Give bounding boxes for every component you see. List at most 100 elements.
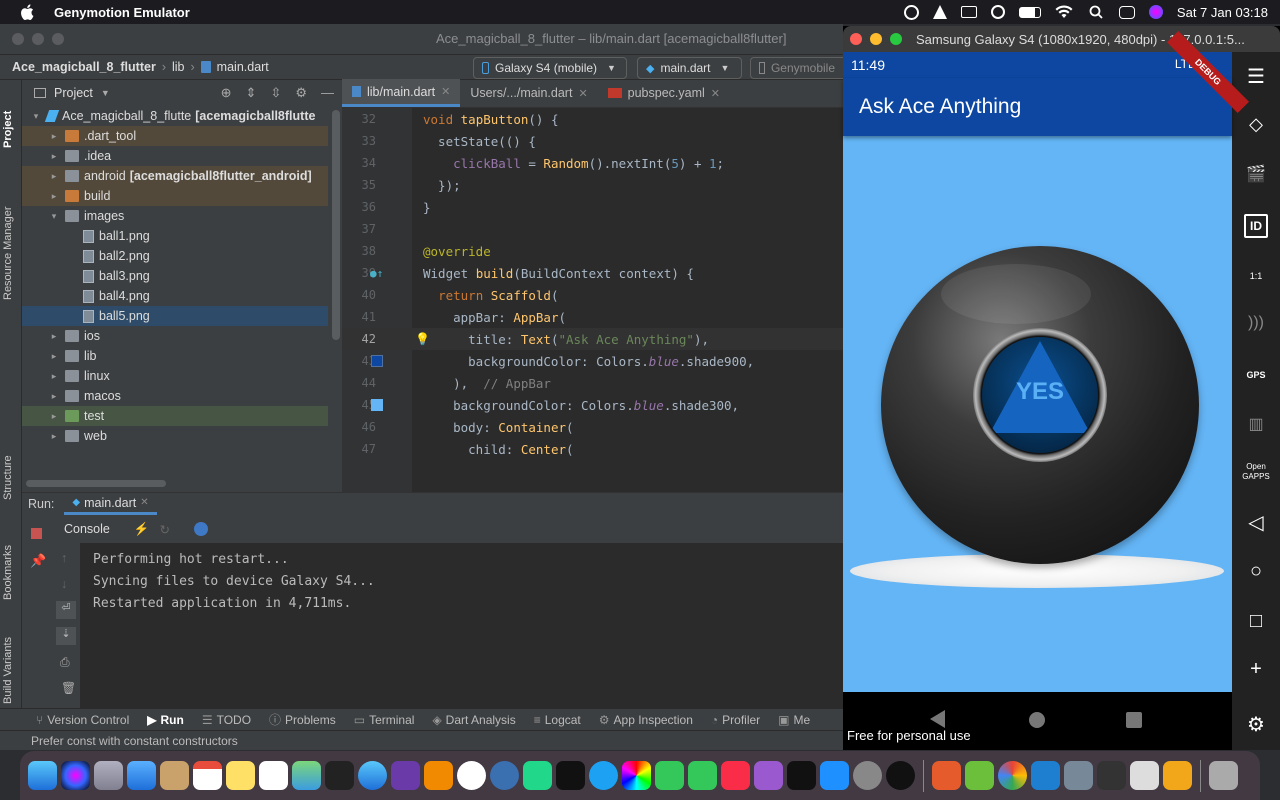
close-icon[interactable]: ✕ bbox=[441, 85, 450, 98]
wordpress-icon[interactable] bbox=[903, 4, 919, 20]
chevron-right-icon[interactable]: ▸ bbox=[48, 351, 60, 362]
keyboard-icon[interactable] bbox=[960, 6, 977, 18]
genymotion-icon[interactable] bbox=[932, 761, 961, 790]
recents-icon[interactable]: □ bbox=[1244, 610, 1268, 634]
tree-item[interactable]: ball3.png bbox=[22, 266, 328, 286]
minimize-window-button[interactable] bbox=[32, 33, 44, 45]
hot-reload-icon[interactable]: ⚡ bbox=[134, 522, 150, 537]
chevron-right-icon[interactable]: ▸ bbox=[48, 391, 60, 402]
chevron-right-icon[interactable]: ▸ bbox=[48, 151, 60, 162]
close-window-button[interactable] bbox=[12, 33, 24, 45]
tree-item[interactable]: ▾ images bbox=[22, 206, 328, 226]
system-preferences-icon[interactable] bbox=[853, 761, 882, 790]
open-gapps-icon[interactable]: Open GAPPS bbox=[1241, 462, 1271, 486]
project-panel-title[interactable]: Project bbox=[54, 86, 93, 100]
color-swatch-icon[interactable] bbox=[371, 355, 383, 367]
maps-icon[interactable] bbox=[292, 761, 321, 790]
active-app-name[interactable]: Genymotion Emulator bbox=[54, 5, 190, 20]
chevron-right-icon[interactable]: ▸ bbox=[48, 431, 60, 442]
wifi-icon[interactable] bbox=[1055, 5, 1073, 19]
pen-app-icon[interactable] bbox=[886, 761, 915, 790]
proxyman-icon[interactable] bbox=[490, 761, 519, 790]
close-icon[interactable]: ✕ bbox=[140, 497, 148, 508]
tree-item[interactable]: ball1.png bbox=[22, 226, 328, 246]
close-icon[interactable]: ✕ bbox=[711, 87, 720, 100]
console-icon[interactable] bbox=[556, 761, 585, 790]
chevron-right-icon[interactable]: ▸ bbox=[48, 411, 60, 422]
trash-icon[interactable] bbox=[1209, 761, 1238, 790]
tree-item[interactable]: ▾ Ace_magicball_8_flutte [acemagicball8flu… bbox=[22, 106, 328, 126]
battery-icon[interactable] bbox=[1018, 6, 1041, 18]
twitter-icon[interactable] bbox=[589, 761, 618, 790]
photos-icon[interactable] bbox=[622, 761, 651, 790]
vlc-icon[interactable] bbox=[424, 761, 453, 790]
siri-icon[interactable] bbox=[61, 761, 90, 790]
tree-item[interactable]: ball5.png bbox=[22, 306, 328, 326]
stop-icon[interactable] bbox=[31, 528, 42, 539]
tool-more[interactable]: ▣ Me bbox=[778, 713, 810, 727]
capture-icon[interactable]: 🎬 bbox=[1244, 164, 1268, 188]
chrome-icon[interactable] bbox=[998, 761, 1027, 790]
console-tab[interactable]: Console bbox=[64, 522, 110, 536]
pycharm-icon[interactable] bbox=[523, 761, 552, 790]
android-home-icon[interactable] bbox=[1029, 712, 1045, 728]
run-config-selector[interactable]: ◆ main.dart ▼ bbox=[637, 57, 742, 79]
tab-pubspec-yaml[interactable]: pubspec.yaml ✕ bbox=[598, 79, 730, 107]
android-recents-icon[interactable] bbox=[1126, 712, 1142, 728]
apple-menu-icon[interactable] bbox=[20, 4, 34, 20]
vlc-icon[interactable] bbox=[932, 5, 947, 19]
tab-lib-main-dart[interactable]: lib/main.dart ✕ bbox=[342, 79, 461, 107]
gear-icon[interactable]: ⚙ bbox=[1244, 712, 1268, 736]
chevron-down-icon[interactable]: ▾ bbox=[30, 111, 42, 122]
tree-item[interactable]: ▸ web bbox=[22, 426, 328, 446]
locate-file-icon[interactable]: ⊕ bbox=[221, 85, 232, 101]
calendar-icon[interactable] bbox=[193, 761, 222, 790]
tree-horizontal-scrollbar[interactable] bbox=[26, 480, 166, 487]
tree-item[interactable]: ▸ ios bbox=[22, 326, 328, 346]
collapse-all-icon[interactable]: ⇳ bbox=[270, 85, 281, 101]
print-icon[interactable]: ⎙ bbox=[60, 655, 70, 670]
infinity-app-icon[interactable] bbox=[1130, 761, 1159, 790]
breadcrumb-main-dart[interactable]: main.dart bbox=[217, 60, 269, 74]
infinity-app-icon[interactable] bbox=[391, 761, 420, 790]
expand-all-icon[interactable]: ⇕ bbox=[246, 85, 257, 101]
status-message[interactable]: Prefer const with constant constructors bbox=[31, 734, 238, 748]
magic-8-ball-button[interactable]: YES bbox=[881, 246, 1199, 564]
genymotion-button[interactable]: Genymobile bbox=[750, 57, 843, 79]
music-icon[interactable] bbox=[721, 761, 750, 790]
tool-todo[interactable]: ☰ TODO bbox=[202, 713, 251, 727]
breadcrumb-lib[interactable]: lib bbox=[172, 60, 185, 74]
scroll-down-icon[interactable]: ↓ bbox=[61, 577, 67, 591]
cast-icon[interactable]: ))) bbox=[1244, 314, 1268, 338]
build-variants-tool-tab[interactable]: Build Variants bbox=[2, 637, 14, 704]
back-icon[interactable]: ◁ bbox=[1244, 510, 1268, 534]
tool-app-inspection[interactable]: ⚙ App Inspection bbox=[599, 713, 693, 727]
tree-item[interactable]: ball4.png bbox=[22, 286, 328, 306]
tree-item[interactable]: ▸ lib bbox=[22, 346, 328, 366]
utorrent-icon[interactable] bbox=[965, 761, 994, 790]
wordpress-icon[interactable] bbox=[457, 761, 486, 790]
chevron-right-icon[interactable]: ▸ bbox=[48, 371, 60, 382]
chevron-right-icon[interactable]: ▸ bbox=[48, 191, 60, 202]
pin-icon[interactable]: 📌 bbox=[30, 553, 46, 569]
tab-users-main-dart[interactable]: Users/.../main.dart ✕ bbox=[460, 79, 597, 107]
devtools-icon[interactable] bbox=[193, 522, 208, 536]
tree-item[interactable]: ▸ .dart_tool bbox=[22, 126, 328, 146]
messages-icon[interactable] bbox=[655, 761, 684, 790]
sublime-icon[interactable] bbox=[1163, 761, 1192, 790]
code-editor[interactable]: lib/main.dart ✕ Users/.../main.dart ✕ pu… bbox=[342, 79, 843, 492]
bookmarks-tool-tab[interactable]: Bookmarks bbox=[2, 545, 14, 600]
color-swatch-icon[interactable] bbox=[371, 399, 383, 411]
tree-item[interactable]: ▸ .idea bbox=[22, 146, 328, 166]
tool-profiler[interactable]: ◔ Profiler bbox=[711, 713, 760, 727]
android-back-icon[interactable] bbox=[930, 710, 945, 728]
home-icon[interactable]: ○ bbox=[1244, 560, 1268, 584]
chevron-down-icon[interactable]: ▼ bbox=[101, 88, 110, 98]
hot-restart-icon[interactable]: ↻ bbox=[159, 522, 169, 537]
podcasts-icon[interactable] bbox=[754, 761, 783, 790]
contacts-icon[interactable] bbox=[160, 761, 189, 790]
plus-icon[interactable]: + bbox=[1244, 658, 1268, 682]
hamburger-menu-icon[interactable]: ☰ bbox=[1244, 64, 1268, 88]
override-marker-icon[interactable]: ●↑ bbox=[370, 267, 383, 280]
zoom-window-button[interactable] bbox=[52, 33, 64, 45]
